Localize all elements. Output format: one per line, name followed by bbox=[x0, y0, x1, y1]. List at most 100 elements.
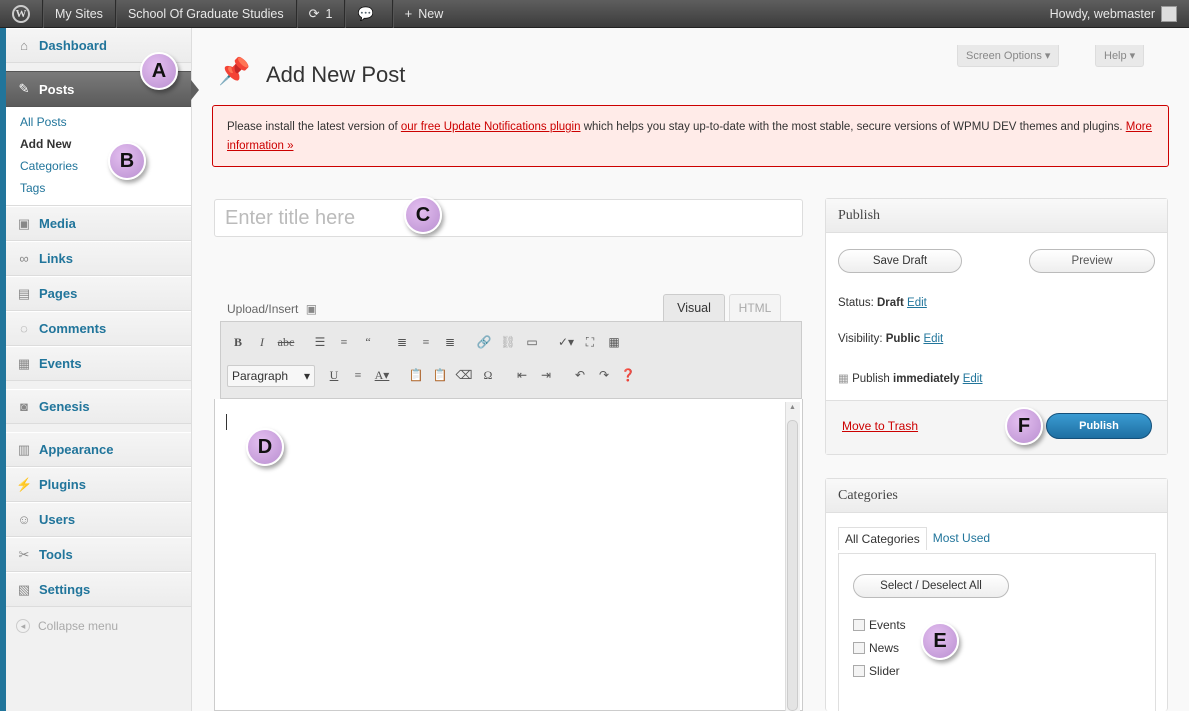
sidebar-item-settings[interactable]: ▧ Settings bbox=[6, 572, 191, 607]
sidebar-item-label: Posts bbox=[39, 81, 75, 97]
callout-f: F bbox=[1005, 407, 1043, 445]
preview-button[interactable]: Preview bbox=[1029, 249, 1155, 273]
sidebar-item-tools[interactable]: ✂ Tools bbox=[6, 537, 191, 572]
schedule-edit-link[interactable]: Edit bbox=[963, 373, 983, 385]
pages-icon: ▤ bbox=[17, 285, 31, 301]
calendar-icon: ▦ bbox=[17, 355, 31, 371]
new-content-menu[interactable]: + New bbox=[393, 0, 456, 28]
my-account-menu[interactable]: Howdy, webmaster bbox=[1038, 0, 1189, 28]
blockquote-icon[interactable]: “ bbox=[357, 332, 379, 354]
screen-options-tab[interactable]: Screen Options ▾ bbox=[957, 45, 1060, 67]
post-title-input[interactable] bbox=[214, 199, 803, 237]
italic-icon[interactable]: I bbox=[251, 332, 273, 354]
justify-icon[interactable]: ≡ bbox=[347, 365, 369, 387]
checkbox[interactable] bbox=[853, 665, 865, 677]
publish-box-heading: Publish bbox=[826, 199, 1167, 233]
select-deselect-all-button[interactable]: Select / Deselect All bbox=[853, 574, 1009, 598]
sidebar-item-plugins[interactable]: ⚡ Plugins bbox=[6, 467, 191, 502]
sidebar-item-label: Users bbox=[39, 512, 76, 527]
kitchen-sink-icon[interactable]: ▦ bbox=[603, 332, 625, 354]
menu-separator bbox=[6, 381, 191, 389]
paste-text-icon[interactable]: 📋 bbox=[405, 365, 427, 387]
fullscreen-icon[interactable]: ⛶ bbox=[579, 332, 601, 354]
callout-d: D bbox=[246, 428, 284, 466]
help-icon[interactable]: ❓ bbox=[617, 365, 639, 387]
sidebar-item-appearance[interactable]: ▥ Appearance bbox=[6, 432, 191, 467]
move-to-trash-link[interactable]: Move to Trash bbox=[842, 419, 918, 433]
checkbox[interactable] bbox=[853, 642, 865, 654]
wordpress-logo-menu[interactable]: W bbox=[0, 0, 43, 28]
underline-icon[interactable]: U bbox=[323, 365, 345, 387]
tab-html[interactable]: HTML bbox=[729, 294, 781, 321]
calendar-icon: ▦ bbox=[838, 373, 849, 385]
submenu-categories[interactable]: Categories bbox=[6, 155, 191, 177]
sidebar-item-pages[interactable]: ▤ Pages bbox=[6, 276, 191, 311]
comments-menu[interactable]: 💬 bbox=[345, 0, 393, 28]
strikethrough-icon[interactable]: abc bbox=[275, 332, 297, 354]
sidebar-item-media[interactable]: ▣ Media bbox=[6, 206, 191, 241]
scrollbar-thumb[interactable] bbox=[787, 420, 798, 711]
numbered-list-icon[interactable]: ≡ bbox=[333, 332, 355, 354]
bullet-list-icon[interactable]: ☰ bbox=[309, 332, 331, 354]
submenu-add-new[interactable]: Add New bbox=[6, 133, 191, 155]
my-sites-menu[interactable]: My Sites bbox=[43, 0, 116, 28]
clear-formatting-icon[interactable]: ⌫ bbox=[453, 365, 475, 387]
upload-insert-label: Upload/Insert bbox=[227, 302, 299, 316]
visibility-edit-link[interactable]: Edit bbox=[923, 333, 943, 345]
media-icon: ▣ bbox=[17, 215, 31, 231]
text-color-icon[interactable]: A▾ bbox=[371, 365, 393, 387]
site-name-menu[interactable]: School Of Graduate Studies bbox=[116, 0, 297, 28]
category-label: News bbox=[869, 641, 900, 655]
avatar bbox=[1161, 5, 1177, 22]
sidebar-item-comments[interactable]: ◌ Comments bbox=[6, 311, 191, 346]
help-tab[interactable]: Help ▾ bbox=[1095, 45, 1145, 67]
submenu-all-posts[interactable]: All Posts bbox=[6, 111, 191, 133]
comment-icon: ◌ bbox=[20, 321, 28, 336]
posts-submenu: All Posts Add New Categories Tags bbox=[6, 107, 191, 206]
upload-insert-button[interactable]: Upload/Insert ▣ bbox=[227, 302, 317, 316]
sidebar-item-label: Pages bbox=[39, 286, 78, 301]
page-title: Add New Post bbox=[266, 62, 406, 87]
collapse-menu-button[interactable]: ◂ Collapse menu bbox=[6, 607, 191, 645]
sidebar-item-genesis[interactable]: ◙ Genesis bbox=[6, 389, 191, 424]
categories-box: Categories All Categories Most Used Sele… bbox=[825, 478, 1168, 711]
tab-most-used[interactable]: Most Used bbox=[927, 527, 996, 550]
visibility-row: Visibility: Public Edit bbox=[838, 333, 943, 345]
align-right-icon[interactable]: ≣ bbox=[439, 332, 461, 354]
unlink-icon[interactable]: ⛓ bbox=[497, 332, 519, 354]
sidebar-item-links[interactable]: ∞ Links bbox=[6, 241, 191, 276]
updates-menu[interactable]: ⟳ 1 bbox=[297, 0, 346, 28]
insert-link-icon[interactable]: 🔗 bbox=[473, 332, 495, 354]
update-notifications-link[interactable]: our free Update Notifications plugin bbox=[401, 121, 581, 133]
category-item-news[interactable]: News bbox=[853, 641, 899, 655]
toolbar-row-1: B I abc ☰ ≡ “ ≣ ≡ ≣ 🔗 ⛓ ▭ ✓▾ ⛶ ▦ bbox=[227, 326, 795, 359]
scroll-up-arrow-icon[interactable]: ▲ bbox=[789, 404, 796, 411]
paste-word-icon[interactable]: 📋 bbox=[429, 365, 451, 387]
indent-icon[interactable]: ⇥ bbox=[535, 365, 557, 387]
insert-more-icon[interactable]: ▭ bbox=[521, 332, 543, 354]
tab-visual[interactable]: Visual bbox=[663, 294, 725, 321]
tab-all-categories[interactable]: All Categories bbox=[838, 527, 927, 550]
checkbox[interactable] bbox=[853, 619, 865, 631]
sidebar-item-events[interactable]: ▦ Events bbox=[6, 346, 191, 381]
post-content-editor[interactable] bbox=[214, 399, 803, 711]
status-edit-link[interactable]: Edit bbox=[907, 297, 927, 309]
bold-icon[interactable]: B bbox=[227, 332, 249, 354]
category-item-slider[interactable]: Slider bbox=[853, 664, 900, 678]
outdent-icon[interactable]: ⇤ bbox=[511, 365, 533, 387]
save-draft-button[interactable]: Save Draft bbox=[838, 249, 962, 273]
undo-icon[interactable]: ↶ bbox=[569, 365, 591, 387]
align-center-icon[interactable]: ≡ bbox=[415, 332, 437, 354]
special-character-icon[interactable]: Ω bbox=[477, 365, 499, 387]
notice-text-middle: which helps you stay up-to-date with the… bbox=[580, 121, 1126, 133]
publish-label: Publish bbox=[852, 373, 893, 385]
redo-icon[interactable]: ↷ bbox=[593, 365, 615, 387]
sidebar-item-users[interactable]: ☺ Users bbox=[6, 502, 191, 537]
publish-button[interactable]: Publish bbox=[1046, 413, 1152, 439]
submenu-tags[interactable]: Tags bbox=[6, 177, 191, 199]
format-select[interactable]: Paragraph ▾ bbox=[227, 364, 315, 387]
spellcheck-icon[interactable]: ✓▾ bbox=[555, 332, 577, 354]
align-left-icon[interactable]: ≣ bbox=[391, 332, 413, 354]
category-item-events[interactable]: Events bbox=[853, 618, 906, 632]
sidebar-item-label: Links bbox=[39, 251, 73, 266]
